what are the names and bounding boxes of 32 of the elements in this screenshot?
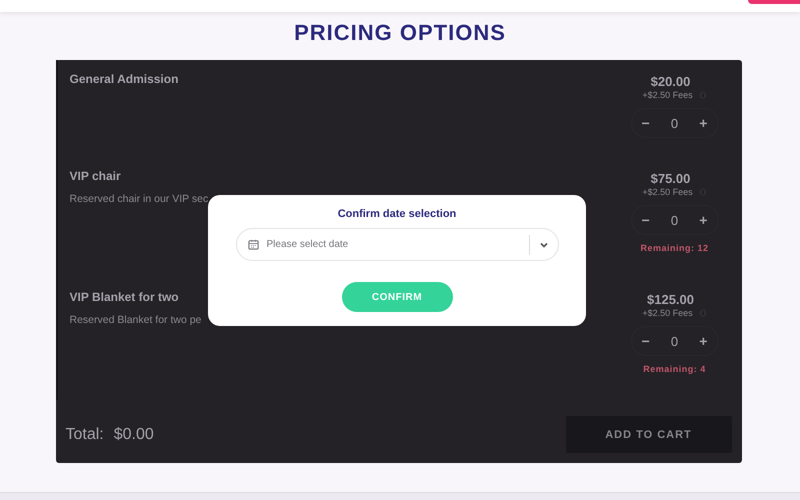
option-description: Reserved chair in our VIP sec [70, 193, 208, 205]
option-price: $125.00 [647, 292, 694, 307]
decrease-button[interactable]: − [640, 115, 652, 131]
total-value: $0.00 [114, 426, 154, 444]
decrease-button[interactable]: − [640, 212, 652, 228]
option-name: General Admission [70, 72, 178, 86]
increase-button[interactable]: + [697, 115, 710, 131]
increase-button[interactable]: + [697, 333, 710, 349]
remaining-text: Remaining: 12 [640, 243, 708, 253]
option-name: VIP Blanket for two [70, 290, 180, 304]
option-price: $20.00 [650, 74, 690, 89]
quantity-value: 0 [670, 116, 678, 130]
fees-text: +$2.50 Fees [642, 187, 693, 197]
date-select[interactable]: Please select date [236, 228, 558, 261]
decrease-button[interactable]: − [640, 333, 652, 349]
increase-button[interactable]: + [697, 212, 710, 228]
page-title: PRICING OPTIONS [294, 20, 506, 47]
remaining-text: Remaining: 4 [643, 364, 706, 374]
header-button-edge[interactable] [748, 0, 800, 4]
fees-text: +$2.50 Fees [642, 308, 693, 318]
option-name: VIP chair [70, 169, 122, 183]
info-icon[interactable] [698, 309, 707, 317]
calendar-icon [248, 239, 258, 250]
option-price: $75.00 [650, 171, 690, 186]
option-description: Reserved Blanket for two pe [70, 314, 202, 326]
quantity-value: 0 [670, 334, 678, 348]
total-label: Total: [66, 426, 104, 444]
info-icon[interactable] [698, 91, 707, 99]
quantity-value: 0 [670, 212, 678, 228]
fees-text: +$2.50 Fees [642, 90, 693, 100]
dialog-title: Confirm date selection [338, 208, 456, 220]
info-icon[interactable] [698, 188, 707, 196]
